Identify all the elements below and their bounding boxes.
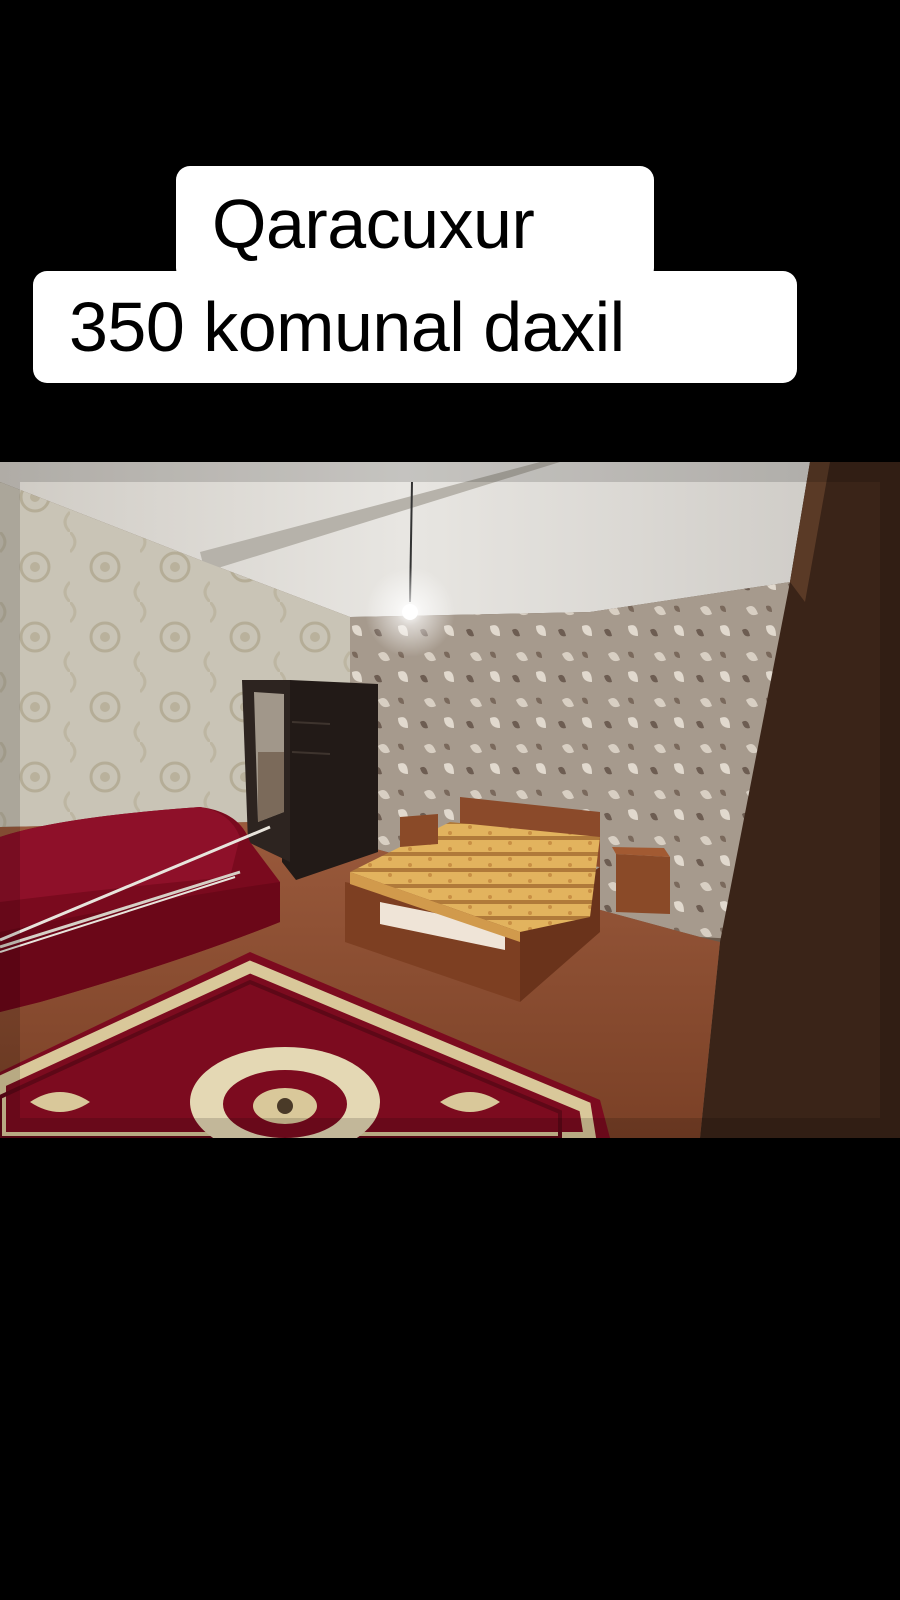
room-photo <box>0 462 900 1138</box>
bedside-cabinet-right <box>616 854 670 914</box>
caption-line-1: Qaracuxur <box>176 166 654 282</box>
caption-title-text: Qaracuxur <box>212 185 535 263</box>
caption-line-2: 350 komunal daxil <box>33 271 797 383</box>
bedside-cabinet-left <box>400 814 438 847</box>
caption-price-text: 350 komunal daxil <box>69 288 625 366</box>
wardrobe <box>282 680 378 880</box>
